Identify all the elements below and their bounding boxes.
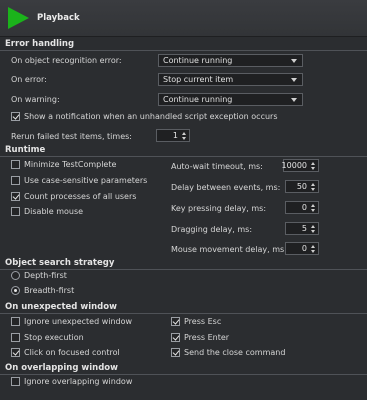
arrow-down-icon[interactable] bbox=[311, 250, 315, 253]
stepper-value: 50 bbox=[296, 182, 307, 191]
play-icon bbox=[8, 7, 29, 29]
count-processes-checkbox[interactable] bbox=[11, 192, 20, 201]
select-value: Continue running bbox=[163, 95, 233, 104]
depth-first-radio[interactable] bbox=[11, 271, 20, 280]
panel-title: Playback bbox=[37, 13, 80, 23]
section-title: Runtime bbox=[5, 145, 46, 155]
section-divider bbox=[0, 156, 367, 157]
depth-first-label[interactable]: Depth-first bbox=[24, 271, 67, 280]
press-enter-checkbox[interactable] bbox=[171, 333, 180, 342]
click-focused-label[interactable]: Click on focused control bbox=[24, 348, 120, 357]
disable-mouse-checkbox[interactable] bbox=[11, 207, 20, 216]
select-value: Continue running bbox=[163, 56, 233, 65]
send-close-label[interactable]: Send the close command bbox=[184, 348, 285, 357]
notify-exception-label[interactable]: Show a notification when an unhandled sc… bbox=[24, 112, 278, 121]
mouse-move-stepper[interactable]: 0 bbox=[285, 242, 319, 255]
section-title: On unexpected window bbox=[5, 302, 117, 312]
section-title: On overlapping window bbox=[5, 363, 118, 373]
stepper-value: 0 bbox=[301, 203, 307, 212]
section-divider bbox=[0, 374, 367, 375]
arrow-up-icon[interactable] bbox=[311, 245, 315, 248]
on-error-select[interactable]: Stop current item bbox=[158, 73, 303, 86]
ignore-unexpected-label[interactable]: Ignore unexpected window bbox=[24, 317, 132, 326]
key-delay-label: Key pressing delay, ms: bbox=[171, 204, 267, 213]
ignore-overlapping-checkbox[interactable] bbox=[11, 377, 20, 386]
chevron-down-icon bbox=[291, 98, 297, 102]
case-sensitive-label[interactable]: Use case-sensitive parameters bbox=[24, 176, 147, 185]
press-esc-label[interactable]: Press Esc bbox=[184, 317, 221, 326]
rerun-label: Rerun failed test items, times: bbox=[11, 132, 132, 141]
press-enter-label[interactable]: Press Enter bbox=[184, 333, 229, 342]
notify-exception-checkbox[interactable] bbox=[11, 112, 20, 121]
arrow-down-icon[interactable] bbox=[311, 167, 315, 170]
case-sensitive-checkbox[interactable] bbox=[11, 176, 20, 185]
stop-execution-checkbox[interactable] bbox=[11, 333, 20, 342]
breadth-first-radio[interactable] bbox=[11, 286, 20, 295]
arrow-down-icon[interactable] bbox=[311, 209, 315, 212]
panel-header: Playback bbox=[0, 0, 367, 37]
chevron-down-icon bbox=[291, 78, 297, 82]
section-error-handling: Error handling bbox=[0, 38, 367, 51]
arrow-up-icon[interactable] bbox=[311, 183, 315, 186]
press-esc-checkbox[interactable] bbox=[171, 317, 180, 326]
count-processes-label[interactable]: Count processes of all users bbox=[24, 192, 136, 201]
mouse-move-label: Mouse movement delay, ms: bbox=[171, 245, 287, 254]
breadth-first-label[interactable]: Breadth-first bbox=[24, 286, 74, 295]
on-error-label: On error: bbox=[11, 75, 47, 84]
stepper-value: 10000 bbox=[281, 161, 307, 170]
recognition-error-label: On object recognition error: bbox=[11, 56, 122, 65]
section-divider bbox=[0, 269, 367, 270]
drag-delay-stepper[interactable]: 5 bbox=[285, 222, 319, 235]
click-focused-checkbox[interactable] bbox=[11, 348, 20, 357]
autowait-stepper[interactable]: 10000 bbox=[281, 159, 319, 172]
arrow-up-icon[interactable] bbox=[311, 225, 315, 228]
section-object-search: Object search strategy bbox=[0, 257, 367, 270]
on-warning-select[interactable]: Continue running bbox=[158, 93, 303, 106]
section-overlapping-window: On overlapping window bbox=[0, 362, 367, 375]
disable-mouse-label[interactable]: Disable mouse bbox=[24, 207, 83, 216]
arrow-down-icon[interactable] bbox=[182, 137, 186, 140]
rerun-stepper[interactable]: 1 bbox=[156, 129, 190, 142]
stepper-value: 5 bbox=[301, 224, 307, 233]
section-unexpected-window: On unexpected window bbox=[0, 301, 367, 314]
autowait-label: Auto-wait timeout, ms: bbox=[171, 162, 263, 171]
stepper-value: 0 bbox=[301, 244, 307, 253]
recognition-error-select[interactable]: Continue running bbox=[158, 54, 303, 67]
select-value: Stop current item bbox=[163, 75, 234, 84]
on-warning-label: On warning: bbox=[11, 95, 60, 104]
ignore-overlapping-label[interactable]: Ignore overlapping window bbox=[24, 377, 132, 386]
ignore-unexpected-checkbox[interactable] bbox=[11, 317, 20, 326]
stepper-value: 1 bbox=[172, 131, 178, 140]
arrow-down-icon[interactable] bbox=[311, 230, 315, 233]
section-runtime: Runtime bbox=[0, 144, 367, 157]
key-delay-stepper[interactable]: 0 bbox=[285, 201, 319, 214]
arrow-down-icon[interactable] bbox=[311, 188, 315, 191]
arrow-up-icon[interactable] bbox=[311, 204, 315, 207]
stop-execution-label[interactable]: Stop execution bbox=[24, 333, 84, 342]
minimize-label[interactable]: Minimize TestComplete bbox=[24, 160, 116, 169]
send-close-checkbox[interactable] bbox=[171, 348, 180, 357]
chevron-down-icon bbox=[291, 59, 297, 63]
delay-events-label: Delay between events, ms: bbox=[171, 183, 281, 192]
arrow-up-icon[interactable] bbox=[311, 162, 315, 165]
drag-delay-label: Dragging delay, ms: bbox=[171, 225, 253, 234]
section-title: Object search strategy bbox=[5, 258, 115, 268]
arrow-up-icon[interactable] bbox=[182, 132, 186, 135]
section-title: Error handling bbox=[5, 39, 75, 49]
section-divider bbox=[0, 313, 367, 314]
delay-events-stepper[interactable]: 50 bbox=[285, 180, 319, 193]
section-divider bbox=[0, 50, 367, 51]
minimize-checkbox[interactable] bbox=[11, 160, 20, 169]
